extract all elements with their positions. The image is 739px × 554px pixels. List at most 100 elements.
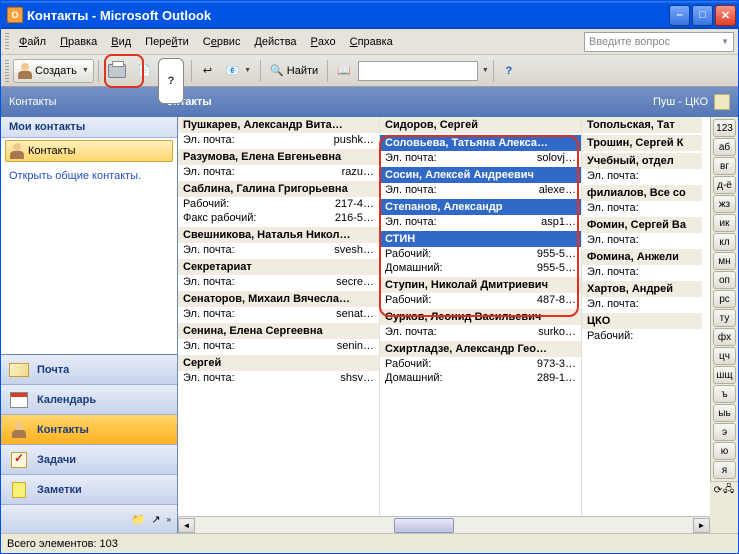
contact-field: Эл. почта:svesh… bbox=[178, 243, 379, 257]
contact-card[interactable]: Сенаторов, Михаил Вячесла…Эл. почта:sena… bbox=[178, 291, 379, 321]
contact-card[interactable]: Степанов, АлександрЭл. почта:asp1… bbox=[380, 199, 581, 229]
reply-button[interactable]: ↩ bbox=[196, 59, 218, 83]
contact-card[interactable]: Сурков, Леонид ВасильевичЭл. почта:surko… bbox=[380, 309, 581, 339]
contact-card[interactable]: Саблина, Галина ГригорьевнаРабочий:217-4… bbox=[178, 181, 379, 225]
help-button[interactable]: ? bbox=[498, 59, 520, 83]
shortcut-icon[interactable]: ↗ bbox=[151, 513, 160, 526]
contact-card[interactable]: ЦКОРабочий: bbox=[582, 313, 702, 343]
index-button[interactable]: вг bbox=[713, 157, 736, 175]
addressbook-button[interactable]: 📖 bbox=[332, 59, 356, 83]
nav-item-contacts[interactable]: Контакты bbox=[5, 140, 173, 162]
configure-icon[interactable]: » bbox=[167, 515, 171, 524]
app-icon: O bbox=[7, 7, 23, 23]
index-button[interactable]: аб bbox=[713, 138, 736, 156]
scroll-track[interactable] bbox=[195, 518, 693, 533]
contact-card[interactable]: Фомина, АнжелиЭл. почта: bbox=[582, 249, 702, 279]
index-button[interactable]: жз bbox=[713, 195, 736, 213]
contact-name: Сенаторов, Михаил Вячесла… bbox=[178, 291, 379, 307]
nav-mail[interactable]: Почта bbox=[1, 355, 177, 385]
separator bbox=[98, 60, 99, 82]
menu-file[interactable]: Файл bbox=[13, 33, 52, 51]
cards-column: Сидоров, Сергей Соловьева, Татьяна Алекса… bbox=[380, 117, 582, 516]
addressbook-input[interactable] bbox=[358, 61, 478, 81]
contact-card[interactable]: Топольская, Тат bbox=[582, 117, 702, 133]
index-button[interactable]: рс bbox=[713, 290, 736, 308]
field-label: Рабочий: bbox=[385, 294, 467, 306]
maximize-button[interactable]: □ bbox=[692, 5, 713, 26]
contact-card[interactable]: Свешникова, Наталья Никол…Эл. почта:sves… bbox=[178, 227, 379, 257]
index-button[interactable]: оп bbox=[713, 271, 736, 289]
contact-card[interactable]: Ступин, Николай ДмитриевичРабочий:487-8… bbox=[380, 277, 581, 307]
index-button[interactable]: ъ bbox=[713, 385, 736, 403]
index-button[interactable]: я bbox=[713, 461, 736, 479]
find-button[interactable]: 🔍Найти bbox=[265, 59, 323, 83]
contact-card[interactable]: Сенина, Елена СергеевнаЭл. почта:senin… bbox=[178, 323, 379, 353]
corner-icons: ⟳ 🖧 bbox=[710, 481, 738, 498]
contact-card[interactable]: Соловьева, Татьяна Алекса…Эл. почта:solo… bbox=[380, 135, 581, 165]
field-label: Эл. почта: bbox=[587, 298, 669, 310]
field-value: senin… bbox=[265, 340, 374, 352]
sync-icon[interactable]: ⟳ bbox=[714, 485, 722, 496]
nav-notes[interactable]: Заметки bbox=[1, 475, 177, 505]
contact-field: Рабочий:487-8… bbox=[380, 293, 581, 307]
index-button[interactable]: кл bbox=[713, 233, 736, 251]
contact-card[interactable]: Схиртладзе, Александр Гео…Рабочий:973-3…… bbox=[380, 341, 581, 385]
menu-view[interactable]: Вид bbox=[105, 33, 137, 51]
print-button[interactable] bbox=[103, 59, 131, 83]
index-button[interactable]: шщ bbox=[713, 366, 736, 384]
scroll-right-button[interactable]: ► bbox=[693, 518, 710, 533]
contact-card[interactable]: Учебный, отделЭл. почта: bbox=[582, 153, 702, 183]
menu-edit[interactable]: Правка bbox=[54, 33, 103, 51]
menu-actions[interactable]: Действа bbox=[248, 33, 302, 51]
index-button[interactable]: мн bbox=[713, 252, 736, 270]
contact-card[interactable]: Разумова, Елена ЕвгеньевнаЭл. почта:razu… bbox=[178, 149, 379, 179]
index-button[interactable]: цч bbox=[713, 347, 736, 365]
index-button[interactable]: 123 bbox=[713, 119, 736, 137]
contact-card[interactable]: СТИНРабочий:955-5…Домашний:955-5… bbox=[380, 231, 581, 275]
menu-service[interactable]: Сервис bbox=[197, 33, 247, 51]
field-label: Эл. почта: bbox=[183, 166, 265, 178]
card-view-icon[interactable] bbox=[714, 94, 730, 110]
contact-card[interactable]: Сидоров, Сергей bbox=[380, 117, 581, 133]
scroll-thumb[interactable] bbox=[394, 518, 454, 533]
index-button[interactable]: ик bbox=[713, 214, 736, 232]
online-icon[interactable]: 🖧 bbox=[723, 482, 734, 499]
folder-icon[interactable]: 📁 bbox=[132, 513, 146, 526]
menu-go[interactable]: Перейти bbox=[139, 33, 195, 51]
mail-icon bbox=[9, 363, 29, 377]
contact-card[interactable]: Фомин, Сергей ВаЭл. почта: bbox=[582, 217, 702, 247]
scroll-left-button[interactable]: ◄ bbox=[178, 518, 195, 533]
contact-card[interactable]: СергейЭл. почта:shsv… bbox=[178, 355, 379, 385]
index-button[interactable]: ю bbox=[713, 442, 736, 460]
minimize-button[interactable]: – bbox=[669, 5, 690, 26]
close-button[interactable]: ✕ bbox=[715, 5, 736, 26]
forward-button[interactable]: 📧▼ bbox=[220, 59, 256, 83]
contact-card[interactable]: Пушкарев, Александр Вита…Эл. почта:pushk… bbox=[178, 117, 379, 147]
index-button[interactable]: д-ё bbox=[713, 176, 736, 194]
menu-help[interactable]: Справка bbox=[344, 33, 399, 51]
index-button[interactable]: ту bbox=[713, 309, 736, 327]
nav-calendar[interactable]: Календарь bbox=[1, 385, 177, 415]
index-button[interactable]: фх bbox=[713, 328, 736, 346]
contact-card[interactable]: СекретариатЭл. почта:secre… bbox=[178, 259, 379, 289]
contact-card[interactable]: филиалов, Все соЭл. почта: bbox=[582, 185, 702, 215]
field-value bbox=[669, 330, 697, 342]
index-button[interactable]: э bbox=[713, 423, 736, 441]
open-shared-contacts-link[interactable]: Открыть общие контакты. bbox=[1, 164, 177, 188]
help-search-placeholder: Введите вопрос bbox=[589, 36, 670, 48]
field-value: senat… bbox=[265, 308, 374, 320]
contact-card[interactable]: Сосин, Алексей АндреевичЭл. почта:alexe… bbox=[380, 167, 581, 197]
print-preview-button[interactable]: 📄 bbox=[133, 59, 157, 83]
nav-tasks[interactable]: Задачи bbox=[1, 445, 177, 475]
index-button[interactable]: ыь bbox=[713, 404, 736, 422]
nav-contacts[interactable]: Контакты bbox=[1, 415, 177, 445]
contact-field: Рабочий: bbox=[582, 329, 702, 343]
contact-field: Рабочий:973-3… bbox=[380, 357, 581, 371]
menu-paxo[interactable]: Paxo bbox=[305, 33, 342, 51]
field-label: Рабочий: bbox=[587, 330, 669, 342]
horizontal-scrollbar[interactable]: ◄ ► bbox=[178, 516, 710, 533]
contact-card[interactable]: Хартов, АндрейЭл. почта: bbox=[582, 281, 702, 311]
contact-card[interactable]: Трошин, Сергей К bbox=[582, 135, 702, 151]
help-search-input[interactable]: Введите вопрос ▼ bbox=[584, 32, 734, 52]
create-button[interactable]: Создать ▼ bbox=[13, 59, 94, 83]
